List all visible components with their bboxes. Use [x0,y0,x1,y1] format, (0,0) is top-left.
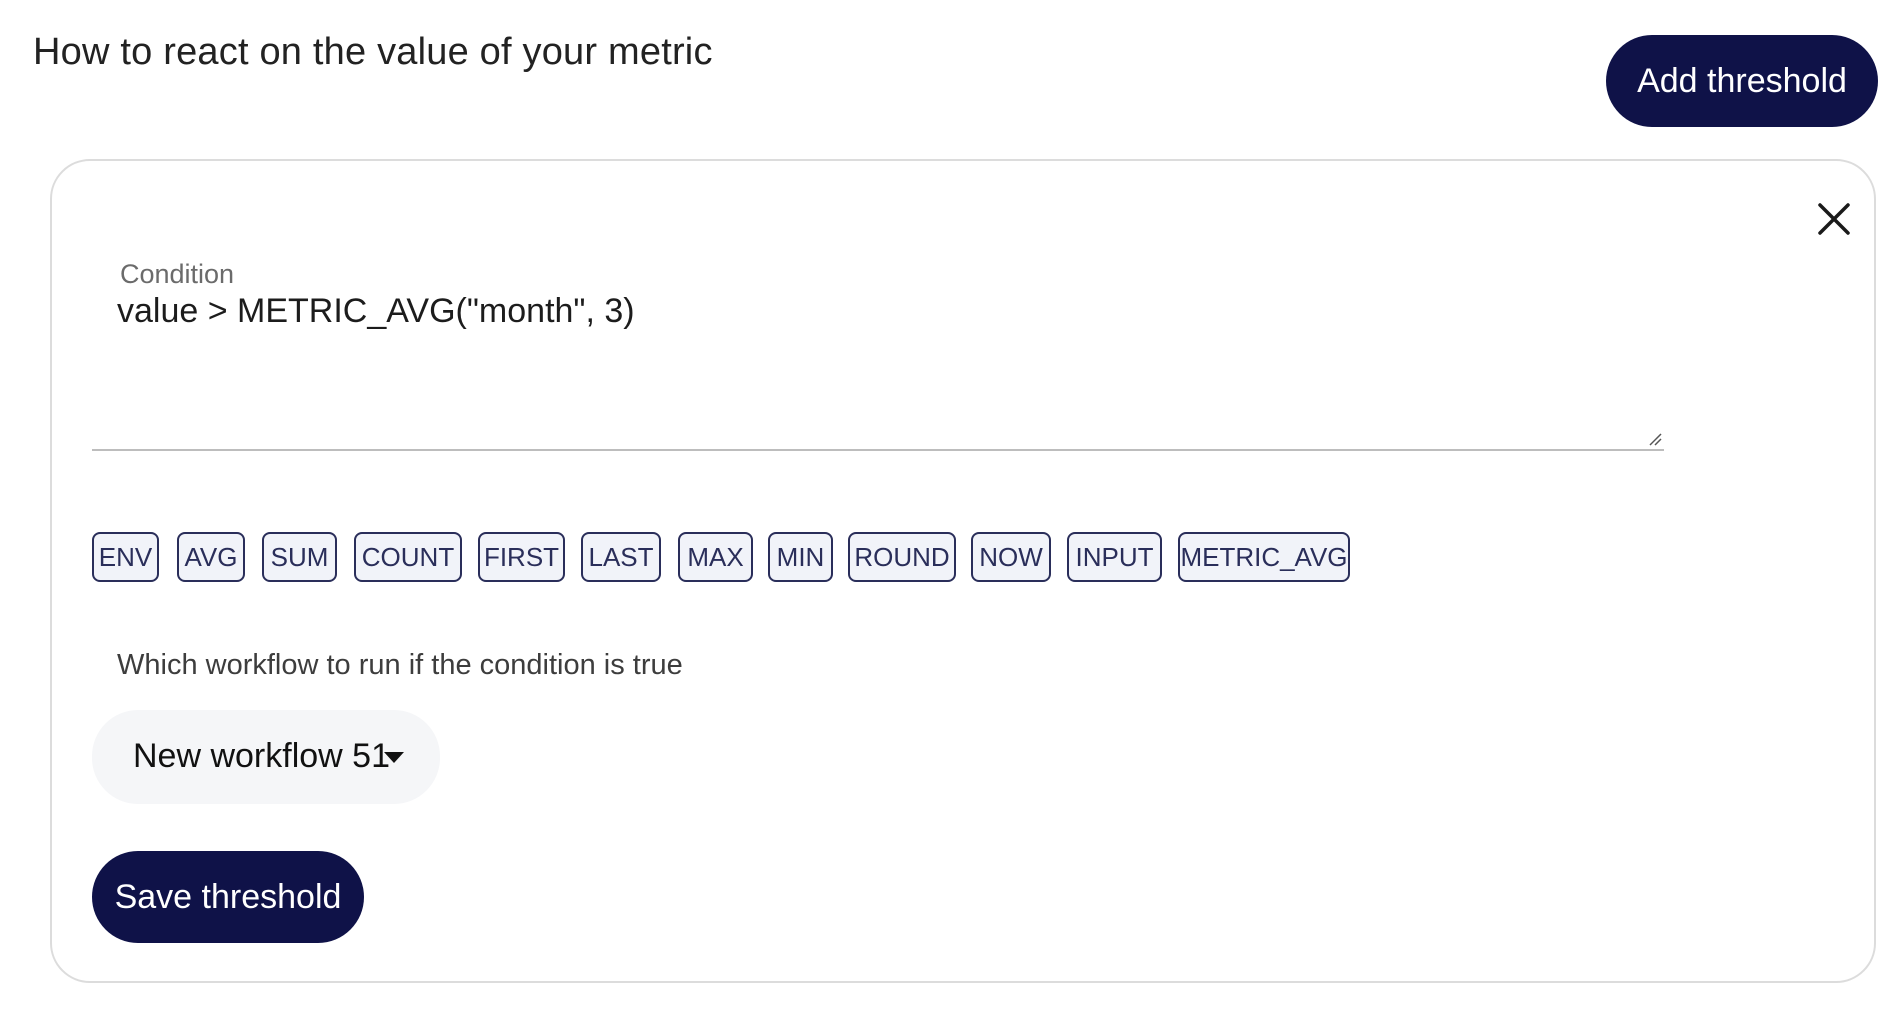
chip-first[interactable]: FIRST [478,532,565,582]
close-icon[interactable] [1806,191,1862,247]
chip-round[interactable]: ROUND [848,532,956,582]
chip-last[interactable]: LAST [581,532,661,582]
threshold-card: Condition value > METRIC_AVG("month", 3)… [50,159,1876,983]
condition-textarea[interactable]: Condition value > METRIC_AVG("month", 3) [92,249,1664,451]
page-title: How to react on the value of your metric [33,31,713,73]
workflow-label: Which workflow to run if the condition i… [117,649,683,681]
resize-handle-icon[interactable] [1648,432,1662,446]
chip-metric-avg[interactable]: METRIC_AVG [1178,532,1350,582]
workflow-select[interactable]: New workflow 51 [92,710,440,804]
chip-max[interactable]: MAX [678,532,753,582]
caret-down-icon [384,752,404,763]
chip-input[interactable]: INPUT [1067,532,1162,582]
chip-min[interactable]: MIN [768,532,833,582]
condition-label: Condition [120,259,235,289]
add-threshold-button[interactable]: Add threshold [1606,35,1878,127]
condition-value[interactable]: value > METRIC_AVG("month", 3) [117,292,635,331]
chip-env[interactable]: ENV [92,532,159,582]
save-threshold-button[interactable]: Save threshold [92,851,364,943]
workflow-selected-value: New workflow 51 [133,737,390,775]
chip-sum[interactable]: SUM [262,532,337,582]
chip-now[interactable]: NOW [971,532,1051,582]
chip-avg[interactable]: AVG [177,532,245,582]
chip-count[interactable]: COUNT [354,532,462,582]
